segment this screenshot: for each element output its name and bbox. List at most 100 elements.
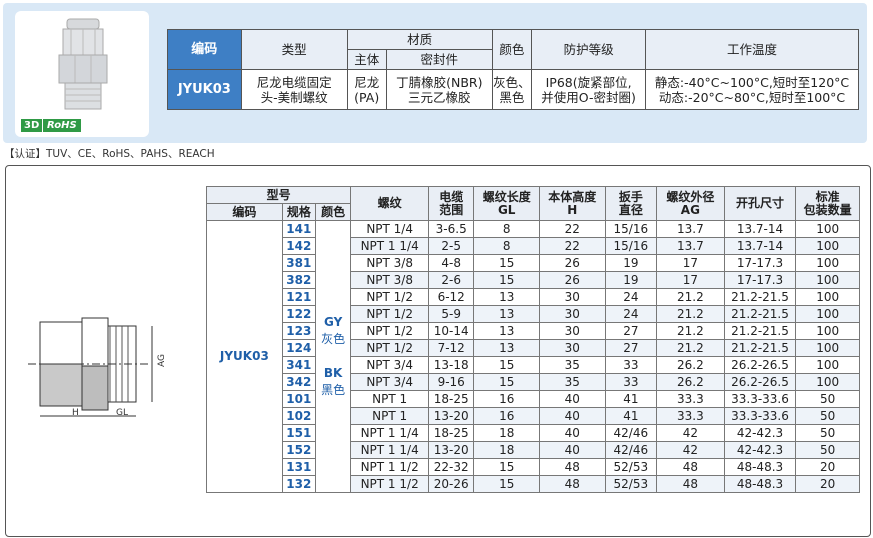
header-color: 颜色	[314, 203, 352, 221]
svg-text:AG: AG	[157, 354, 167, 367]
cell-gl: 8	[473, 237, 540, 255]
cell-spec: 102	[281, 407, 316, 425]
cell-ag: 33.3	[656, 390, 725, 408]
cell-pack: 50	[795, 390, 860, 408]
cell-thread: NPT 1 1/2	[350, 475, 429, 493]
cell-cable-range: 9-16	[427, 373, 475, 391]
cell-h: 40	[539, 441, 606, 459]
cell-ag: 48	[656, 458, 725, 476]
rohs-badge: RoHS	[43, 119, 81, 132]
cell-gl: 18	[473, 424, 540, 442]
svg-text:GL: GL	[116, 408, 128, 418]
header-wrench: 扳手 直径	[604, 186, 658, 221]
cell-wrench: 33	[604, 373, 658, 391]
cell-hole: 33.3-33.6	[723, 407, 797, 425]
cell-h: 26	[539, 271, 606, 289]
cell-spec: 382	[281, 271, 316, 289]
header-code: 编码	[206, 203, 283, 221]
cell-h: 22	[539, 237, 606, 255]
header-pack: 标准 包装数量	[795, 186, 860, 221]
cell-h: 30	[539, 322, 606, 340]
cell-h: 48	[539, 475, 606, 493]
cell-thread: NPT 1/2	[350, 339, 429, 357]
cell-thread: NPT 3/4	[350, 356, 429, 374]
header-gl: 螺纹长度 GL	[473, 186, 540, 221]
cell-ag: 13.7	[656, 237, 725, 255]
spec-seal: 丁腈橡胶(NBR) 三元乙橡胶	[385, 69, 493, 110]
cell-pack: 100	[795, 339, 860, 357]
cell-pack: 100	[795, 373, 860, 391]
cell-cable-range: 13-18	[427, 356, 475, 374]
cell-thread: NPT 1	[350, 390, 429, 408]
cell-pack: 50	[795, 441, 860, 459]
certification-line: 【认证】TUV、CE、RoHS、PAHS、REACH	[4, 148, 215, 160]
spec-header-material: 材质	[346, 29, 493, 50]
cell-ag: 21.2	[656, 322, 725, 340]
cell-h: 22	[539, 220, 606, 238]
spec-header-code: 编码	[167, 29, 242, 70]
cell-cable-range: 22-32	[427, 458, 475, 476]
cell-spec: 124	[281, 339, 316, 357]
cell-thread: NPT 1/2	[350, 322, 429, 340]
cell-wrench: 27	[604, 322, 658, 340]
cell-gl: 8	[473, 220, 540, 238]
svg-text:H: H	[72, 408, 79, 418]
cell-gl: 13	[473, 322, 540, 340]
table-row: 131 NPT 1 1/2 22-32 15 48 52/53 48 48-48.3 20	[207, 458, 860, 476]
table-row: 151 NPT 1 1/4 18-25 18 40 42/46 42 42-42.3 50	[207, 424, 860, 442]
cell-h: 30	[539, 339, 606, 357]
cell-thread: NPT 1 1/2	[350, 458, 429, 476]
cell-h: 30	[539, 288, 606, 306]
header-ag: 螺纹外径 AG	[656, 186, 725, 221]
spec-color: 灰色、 黑色	[491, 69, 533, 110]
cell-ag: 26.2	[656, 356, 725, 374]
cell-cable-range: 10-14	[427, 322, 475, 340]
cell-hole: 17-17.3	[723, 271, 797, 289]
cell-hole: 48-48.3	[723, 458, 797, 476]
cell-h: 40	[539, 424, 606, 442]
cell-wrench: 24	[604, 305, 658, 323]
table-row: 102 NPT 1 13-20 16 40 41 33.3 33.3-33.6 50	[207, 407, 860, 425]
cell-wrench: 52/53	[604, 475, 658, 493]
spec-temp: 静态:-40°C~100°C,短时至120°C 动态:-20°C~80°C,短时至…	[645, 69, 859, 110]
cell-wrench: 24	[604, 288, 658, 306]
cell-hole: 13.7-14	[723, 237, 797, 255]
cell-gl: 18	[473, 441, 540, 459]
cell-cable-range: 4-8	[427, 254, 475, 272]
cell-pack: 50	[795, 424, 860, 442]
cell-hole: 33.3-33.6	[723, 390, 797, 408]
table-row: 381 NPT 3/8 4-8 15 26 19 17 17-17.3 100	[207, 254, 860, 272]
cell-h: 35	[539, 373, 606, 391]
cell-wrench: 33	[604, 356, 658, 374]
cell-thread: NPT 3/8	[350, 254, 429, 272]
spec-protection: IP68(旋紧部位, 并使用O-密封圈)	[531, 69, 647, 110]
cell-cable-range: 6-12	[427, 288, 475, 306]
cell-wrench: 19	[604, 271, 658, 289]
cell-wrench: 42/46	[604, 441, 658, 459]
cell-gl: 15	[473, 475, 540, 493]
cell-h: 48	[539, 458, 606, 476]
cell-thread: NPT 1 1/4	[350, 441, 429, 459]
cell-wrench: 41	[604, 407, 658, 425]
cell-wrench: 15/16	[604, 237, 658, 255]
cell-wrench: 15/16	[604, 220, 658, 238]
cell-pack: 20	[795, 458, 860, 476]
cell-hole: 21.2-21.5	[723, 339, 797, 357]
3d-badge: 3D	[21, 119, 43, 132]
cell-ag: 17	[656, 254, 725, 272]
cell-pack: 100	[795, 271, 860, 289]
header-cable-range: 电缆 范围	[427, 186, 475, 221]
cell-spec: 122	[281, 305, 316, 323]
cell-pack: 100	[795, 237, 860, 255]
cell-spec: 341	[281, 356, 316, 374]
cell-gl: 15	[473, 254, 540, 272]
cell-cable-range: 18-25	[427, 424, 475, 442]
cell-pack: 100	[795, 288, 860, 306]
table-row: 342 NPT 3/4 9-16 15 35 33 26.2 26.2-26.5 100	[207, 373, 860, 391]
cell-hole: 13.7-14	[723, 220, 797, 238]
cell-hole: 42-42.3	[723, 424, 797, 442]
cell-cable-range: 2-5	[427, 237, 475, 255]
table-row: 341 NPT 3/4 13-18 15 35 33 26.2 26.2-26.5 100	[207, 356, 860, 374]
cell-cable-range: 5-9	[427, 305, 475, 323]
table-row: 142 NPT 1 1/4 2-5 8 22 15/16 13.7 13.7-14 100	[207, 237, 860, 255]
